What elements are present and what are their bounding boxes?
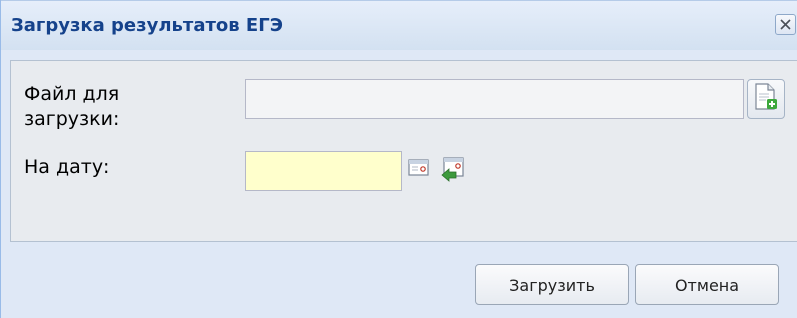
add-file-button[interactable]: [747, 79, 785, 119]
upload-button[interactable]: Загрузить: [475, 264, 629, 305]
dialog-titlebar[interactable]: Загрузка результатов ЕГЭ: [1, 0, 797, 50]
dialog-title: Загрузка результатов ЕГЭ: [11, 15, 283, 36]
cancel-button[interactable]: Отмена: [635, 264, 779, 305]
calendar-button[interactable]: [404, 154, 434, 184]
clear-date-button[interactable]: [436, 154, 468, 190]
calendar-icon: [408, 157, 430, 181]
close-icon: [779, 18, 792, 31]
close-button[interactable]: [775, 14, 796, 35]
date-label: На дату:: [24, 156, 110, 178]
file-input[interactable]: [245, 79, 744, 119]
clear-date-icon: [439, 155, 465, 189]
date-input[interactable]: [245, 151, 402, 191]
file-label: Файл для загрузки:: [24, 83, 120, 130]
document-add-icon: [753, 82, 779, 116]
upload-ege-results-dialog: Загрузка результатов ЕГЭ Файл для загруз…: [0, 0, 797, 318]
